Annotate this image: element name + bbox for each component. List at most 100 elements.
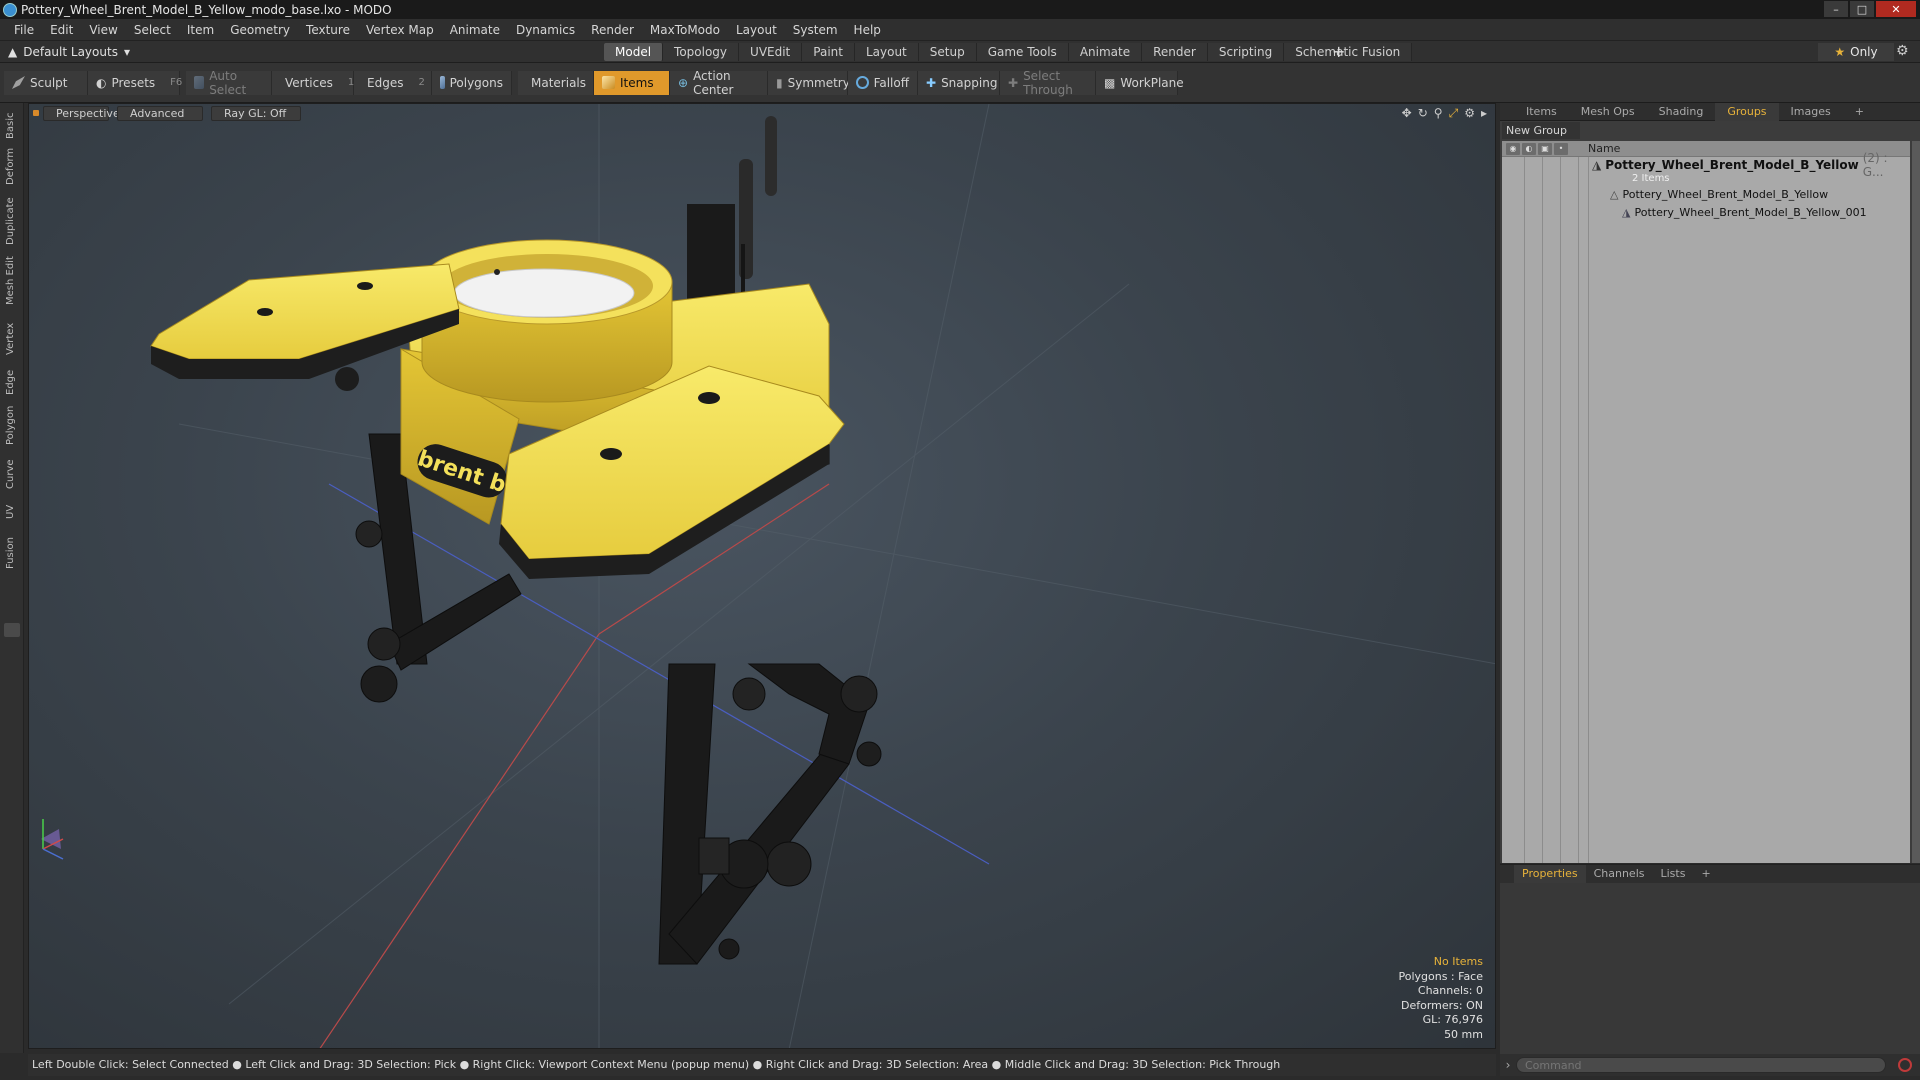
layout-selector-label: Default Layouts	[23, 44, 118, 59]
tab-images[interactable]: Images	[1779, 103, 1843, 121]
symmetry-button[interactable]: ▮ Symmetry	[768, 70, 850, 95]
workplane-icon: ▩	[1104, 75, 1116, 90]
rotate-view-icon[interactable]: ↻	[1418, 106, 1428, 121]
viewport-menu-icon[interactable]	[33, 110, 39, 116]
menu-geometry[interactable]: Geometry	[222, 23, 298, 37]
tab-mesh-ops[interactable]: Mesh Ops	[1569, 103, 1647, 121]
new-group-button[interactable]: New Group	[1502, 122, 1580, 139]
menu-layout[interactable]: Layout	[728, 23, 785, 37]
panel-toggle-icon[interactable]	[4, 623, 20, 637]
axis-gizmo	[41, 819, 64, 860]
tree-row-item[interactable]: △ Pottery_Wheel_Brent_Model_B_Yellow	[1610, 186, 1828, 202]
zoom-view-icon[interactable]: ⚲	[1434, 106, 1443, 121]
polygons-button[interactable]: Polygons	[432, 70, 512, 95]
add-tab-icon[interactable]: +	[1332, 42, 1345, 61]
add-panel-tab-icon[interactable]: +	[1843, 103, 1876, 121]
minimize-icon[interactable]: –	[1824, 1, 1848, 17]
render-icon[interactable]: ◐	[1522, 142, 1536, 155]
vertices-button[interactable]: Vertices 1	[272, 70, 354, 95]
tab-game-tools[interactable]: Game Tools	[976, 43, 1069, 61]
menu-view[interactable]: View	[81, 23, 125, 37]
maximize-icon[interactable]: □	[1850, 1, 1874, 17]
command-input[interactable]	[1516, 1057, 1886, 1073]
edges-button[interactable]: Edges 2	[354, 70, 432, 95]
window-title: Pottery_Wheel_Brent_Model_B_Yellow_modo_…	[21, 2, 392, 17]
viewport-expand-icon[interactable]: ▸	[1481, 106, 1487, 121]
polygons-label: Polygons	[449, 75, 503, 90]
auto-select-button[interactable]: Auto Select	[186, 69, 272, 97]
menu-render[interactable]: Render	[583, 23, 642, 37]
items-button[interactable]: Items	[594, 70, 670, 95]
menu-file[interactable]: File	[6, 23, 42, 37]
add-properties-tab-icon[interactable]: +	[1693, 865, 1718, 883]
fit-view-icon[interactable]: ⤢	[1449, 106, 1459, 121]
edges-label: Edges	[367, 75, 404, 90]
scale-info: 50 mm	[1444, 1027, 1483, 1041]
tab-groups[interactable]: Groups	[1715, 102, 1779, 121]
menu-dynamics[interactable]: Dynamics	[508, 23, 583, 37]
action-center-button[interactable]: ⊕ Action Center	[670, 69, 768, 97]
tab-channels[interactable]: Channels	[1586, 865, 1653, 883]
tab-model[interactable]: Model	[604, 43, 664, 61]
tab-render[interactable]: Render	[1142, 43, 1208, 61]
tab-paint[interactable]: Paint	[802, 43, 855, 61]
item-name: Pottery_Wheel_Brent_Model_B_Yellow	[1622, 187, 1829, 201]
select-icon[interactable]: •	[1554, 142, 1568, 155]
lock-icon[interactable]: ▣	[1538, 142, 1552, 155]
eye-icon[interactable]: ◉	[1506, 142, 1520, 155]
tab-schematic-fusion[interactable]: Schematic Fusion	[1284, 43, 1413, 61]
viewport-gear-icon[interactable]: ⚙	[1464, 106, 1475, 121]
menu-animate[interactable]: Animate	[442, 23, 508, 37]
tree-row-item[interactable]: ◮ Pottery_Wheel_Brent_Model_B_Yellow_001	[1622, 204, 1867, 220]
splash-pan[interactable]	[421, 239, 673, 403]
layout-toggle-icon[interactable]: ▲	[8, 45, 17, 59]
layout-selector[interactable]: ▲ Default Layouts ▾	[0, 45, 600, 59]
deformers-info: Deformers: ON	[1401, 998, 1483, 1012]
select-through-button[interactable]: ✚ Select Through	[1000, 68, 1096, 97]
tab-lists[interactable]: Lists	[1653, 865, 1694, 883]
sculpt-button[interactable]: Sculpt	[4, 70, 88, 95]
menu-maxtomodo[interactable]: MaxToModo	[642, 23, 728, 37]
tab-properties[interactable]: Properties	[1514, 865, 1586, 883]
falloff-button[interactable]: Falloff	[848, 70, 918, 95]
menu-texture[interactable]: Texture	[298, 23, 358, 37]
command-history-icon[interactable]: ›	[1500, 1058, 1516, 1072]
menu-edit[interactable]: Edit	[42, 23, 81, 37]
tab-animate[interactable]: Animate	[1068, 43, 1143, 61]
presets-button[interactable]: ◐ Presets F6	[88, 70, 182, 95]
presets-icon: ◐	[96, 75, 107, 90]
tree-scrollbar[interactable]	[1912, 141, 1920, 863]
selection-info: No Items	[1433, 955, 1483, 968]
only-toggle[interactable]: ★ Only	[1818, 43, 1894, 61]
3d-viewport[interactable]: brent b Perspective Advanced Ray GL: Off…	[28, 103, 1496, 1049]
menu-help[interactable]: Help	[846, 23, 889, 37]
gear-icon[interactable]: ⚙	[1896, 43, 1909, 59]
materials-button[interactable]: Materials	[518, 70, 594, 95]
tab-topology[interactable]: Topology	[663, 43, 740, 61]
viewport-nav-icons: ✥ ↻ ⚲ ⤢ ⚙ ▸	[1402, 106, 1487, 121]
menu-item[interactable]: Item	[179, 23, 222, 37]
select-through-label: Select Through	[1023, 68, 1073, 97]
tab-uvedit[interactable]: UVEdit	[739, 43, 803, 61]
view-type-button[interactable]: Perspective	[43, 105, 120, 121]
workplane-label: WorkPlane	[1120, 75, 1184, 90]
raygl-button[interactable]: Ray GL: Off	[211, 105, 301, 121]
snapping-button[interactable]: ✚ Snapping	[918, 70, 1000, 95]
tab-shading[interactable]: Shading	[1647, 103, 1716, 121]
item-name: Pottery_Wheel_Brent_Model_B_Yellow_001	[1634, 205, 1867, 219]
properties-panel: Properties Channels Lists +	[1500, 864, 1920, 1054]
move-view-icon[interactable]: ✥	[1402, 106, 1412, 121]
menu-system[interactable]: System	[785, 23, 846, 37]
viewport-info: No Items Polygons : Face Channels: 0 Def…	[1398, 955, 1483, 1042]
close-icon[interactable]: ✕	[1876, 1, 1916, 17]
viewport-scene[interactable]: brent b	[29, 104, 1496, 1049]
record-macro-icon[interactable]	[1898, 1058, 1912, 1072]
tab-layout[interactable]: Layout	[854, 43, 919, 61]
menu-select[interactable]: Select	[126, 23, 179, 37]
menu-vertex-map[interactable]: Vertex Map	[358, 23, 442, 37]
tab-setup[interactable]: Setup	[918, 43, 977, 61]
workplane-button[interactable]: ▩ WorkPlane	[1096, 70, 1184, 95]
tab-scripting[interactable]: Scripting	[1207, 43, 1285, 61]
shading-mode-button[interactable]: Advanced	[117, 105, 203, 121]
tab-items[interactable]: Items	[1514, 103, 1569, 121]
